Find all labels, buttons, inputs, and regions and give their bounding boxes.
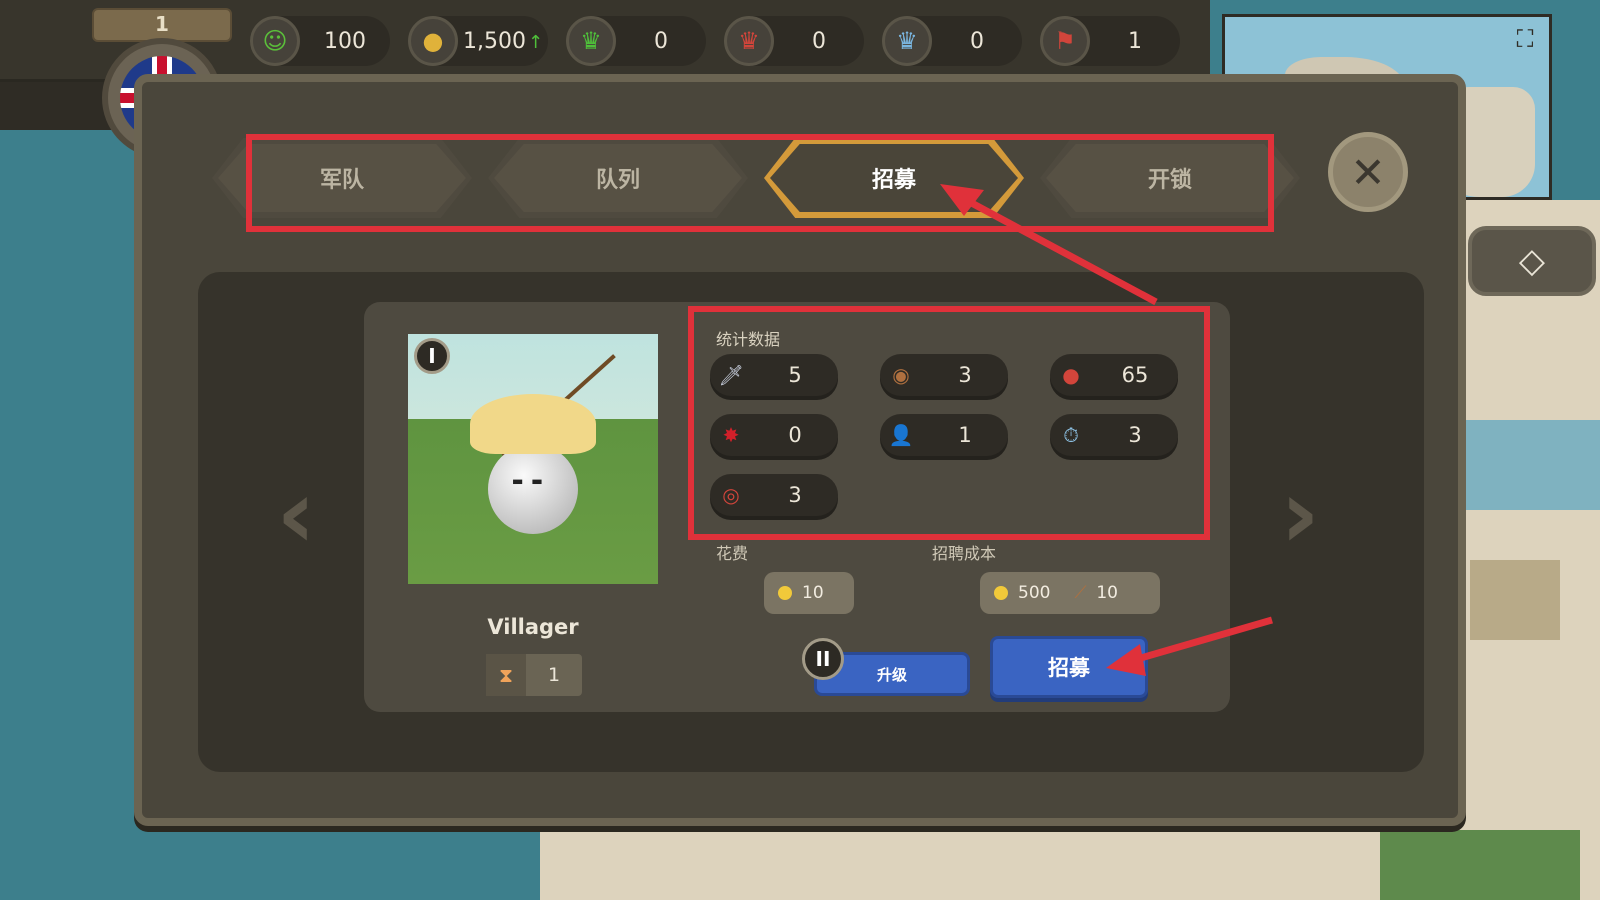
gold-resource[interactable]: ● 1,500 ↑	[408, 16, 548, 66]
map-region	[1470, 560, 1560, 640]
player-level: 1	[92, 8, 232, 42]
blue-crown-icon: ♛	[882, 16, 932, 66]
unit-ball	[488, 444, 578, 534]
gold-value: 1,500	[462, 28, 526, 54]
tool-icon: ⟋	[1074, 583, 1087, 603]
diamond-icon: ◇	[1518, 241, 1546, 281]
recruit-cost-label: 招聘成本	[932, 544, 997, 563]
flag-card-value: 1	[1128, 28, 1142, 54]
straw-hat	[470, 394, 596, 454]
unit-eyes: ▬▬	[512, 474, 551, 488]
hourglass-icon: ⧗	[486, 654, 526, 696]
unit-name: Villager	[487, 615, 579, 639]
map-region	[1380, 830, 1580, 900]
happiness-value: 100	[324, 28, 366, 54]
recruit-cost-gold: 500	[1018, 583, 1051, 603]
flag-card-resource[interactable]: ⚑ 1	[1040, 16, 1180, 66]
resource-bar: 1 ☺ 100 ● 1,500 ↑ ♛ 0 ♛ 0 ♛ 0 ⚑ 1	[0, 0, 1210, 158]
expand-icon[interactable]: ⛶	[1511, 25, 1539, 53]
annotation-box-stats	[688, 306, 1210, 540]
flag-card-icon: ⚑	[1040, 16, 1090, 66]
recruit-label: 招募	[1048, 656, 1090, 680]
red-crown-value: 0	[812, 28, 826, 54]
upgrade-tier-badge: II	[802, 638, 844, 680]
gold-trend-up-icon: ↑	[527, 31, 544, 53]
green-crown-value: 0	[654, 28, 668, 54]
coin-icon	[994, 586, 1008, 600]
unit-portrait: ▬▬ I	[408, 334, 658, 584]
upkeep-cost: 10	[764, 572, 854, 614]
recruit-cost: 500 ⟋ 10	[980, 572, 1160, 614]
unit-count-value: 1	[547, 664, 561, 686]
chevron-left-icon: ‹	[276, 458, 316, 570]
blue-crown-resource[interactable]: ♛ 0	[882, 16, 1022, 66]
close-button[interactable]: ✕	[1328, 132, 1408, 212]
close-icon: ✕	[1350, 147, 1386, 197]
happiness-icon: ☺	[250, 16, 300, 66]
gem-store-button[interactable]: ◇	[1468, 226, 1596, 296]
previous-unit-button[interactable]: ‹	[268, 466, 324, 562]
coin-icon	[778, 586, 792, 600]
green-crown-icon: ♛	[566, 16, 616, 66]
upgrade-label: 升级	[876, 665, 907, 684]
gold-coins-icon: ●	[408, 16, 458, 66]
upkeep-label: 花费	[716, 544, 749, 563]
green-crown-resource[interactable]: ♛ 0	[566, 16, 706, 66]
upkeep-value: 10	[802, 583, 824, 603]
recruit-button[interactable]: 招募	[990, 636, 1148, 698]
blue-crown-value: 0	[970, 28, 984, 54]
unit-tier-badge: I	[414, 338, 450, 374]
red-crown-resource[interactable]: ♛ 0	[724, 16, 864, 66]
happiness-resource[interactable]: ☺ 100	[250, 16, 390, 66]
annotation-box-tabs	[246, 134, 1274, 232]
unit-count: ⧗ 1	[486, 654, 582, 696]
next-unit-button[interactable]: ›	[1272, 466, 1328, 562]
chevron-right-icon: ›	[1280, 458, 1320, 570]
recruit-cost-material: 10	[1096, 583, 1118, 603]
red-crown-icon: ♛	[724, 16, 774, 66]
